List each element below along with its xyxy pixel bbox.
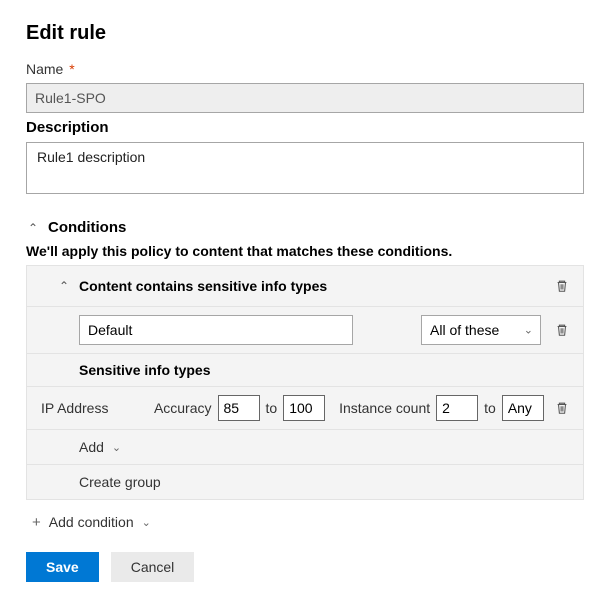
save-button[interactable]: Save (26, 552, 99, 582)
condition-group-title: Content contains sensitive info types (79, 278, 327, 294)
to-label: to (266, 400, 278, 416)
required-icon: * (69, 61, 74, 77)
conditions-subtitle: We'll apply this policy to content that … (26, 243, 584, 259)
delete-sit-icon[interactable] (552, 397, 573, 419)
accuracy-min-input[interactable] (218, 395, 260, 421)
delete-condition-icon[interactable] (551, 275, 573, 297)
plus-icon: + (32, 515, 41, 530)
instance-max-input[interactable] (502, 395, 544, 421)
cancel-button[interactable]: Cancel (111, 552, 195, 582)
instance-count-label: Instance count (339, 400, 430, 416)
create-group-label: Create group (79, 474, 161, 490)
chevron-down-icon: ⌄ (112, 441, 121, 454)
name-label: Name (26, 61, 63, 77)
sit-name: IP Address (37, 400, 148, 416)
page-title: Edit rule (26, 22, 584, 45)
match-scope-select[interactable]: All of these Any of these (421, 315, 541, 345)
accuracy-label: Accuracy (154, 400, 212, 416)
create-group-button[interactable]: Create group (27, 465, 583, 499)
delete-group-icon[interactable] (551, 319, 573, 341)
add-condition-label: Add condition (49, 514, 134, 530)
trash-icon (555, 279, 569, 293)
to-label-2: to (484, 400, 496, 416)
add-condition-button[interactable]: + Add condition ⌄ (32, 514, 151, 530)
condition-group: ⌃ Content contains sensitive info types … (26, 265, 584, 500)
conditions-header: Conditions (48, 219, 126, 236)
conditions-toggle[interactable]: ⌃ Conditions (26, 219, 584, 236)
group-name-input[interactable] (79, 315, 353, 345)
accuracy-max-input[interactable] (283, 395, 325, 421)
description-input[interactable]: Rule1 description (26, 142, 584, 194)
description-label: Description (26, 119, 109, 136)
add-label: Add (79, 439, 104, 455)
trash-icon (555, 401, 569, 415)
add-sit-button[interactable]: Add ⌄ (27, 430, 583, 465)
sensitive-info-type-row: IP Address Accuracy to Instance count to (27, 387, 583, 430)
instance-min-input[interactable] (436, 395, 478, 421)
condition-group-toggle[interactable]: ⌃ Content contains sensitive info types (57, 278, 551, 294)
sensitive-info-types-header: Sensitive info types (27, 354, 583, 387)
trash-icon (555, 323, 569, 337)
chevron-up-icon: ⌃ (26, 222, 40, 234)
chevron-up-icon: ⌃ (57, 280, 71, 292)
name-input[interactable] (26, 83, 584, 113)
chevron-down-icon: ⌄ (142, 516, 151, 529)
